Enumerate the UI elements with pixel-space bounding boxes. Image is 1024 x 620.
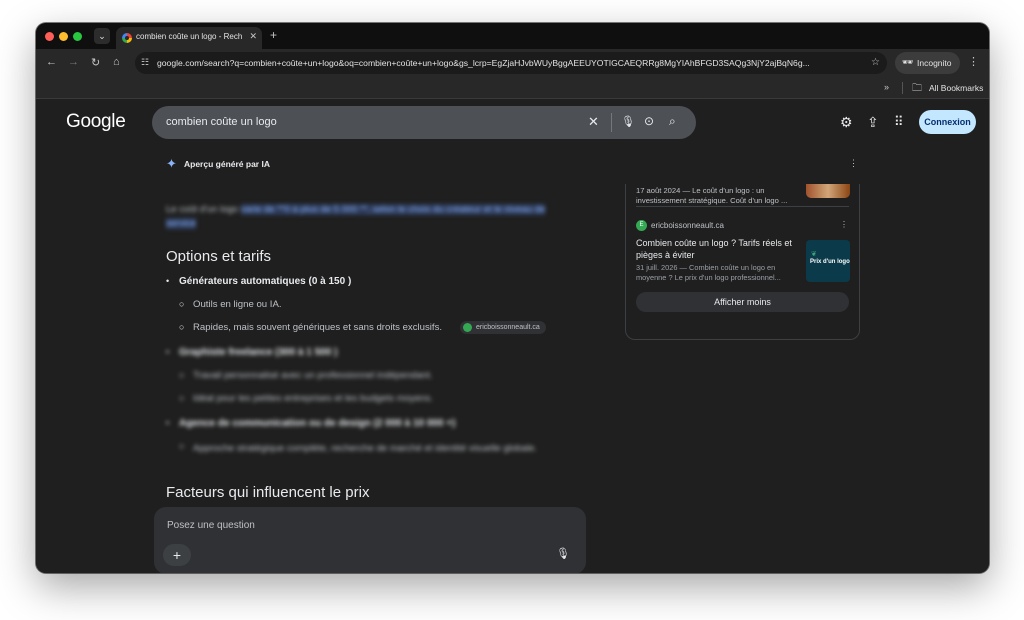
ai-intro-prefix: Le coût d'un logo (166, 204, 241, 215)
previous-result-snippet[interactable]: 17 août 2024 — Le coût d'un logo : un in… (636, 186, 796, 206)
home-icon[interactable]: ⌂ (113, 56, 120, 68)
ai-intro-text: Le coût d'un logo varie de **0 à plus de… (166, 203, 552, 231)
option-detail: Idéal pour les petites entreprises et le… (193, 393, 433, 404)
lens-icon[interactable]: ⊙ (644, 114, 654, 128)
all-bookmarks-link[interactable]: All Bookmarks (929, 83, 983, 93)
result-title-link[interactable]: Combien coûte un logo ? Tarifs réels et … (636, 237, 796, 261)
maximize-window-button[interactable] (73, 32, 82, 41)
card-divider (636, 206, 849, 207)
forward-icon[interactable]: → (68, 56, 79, 68)
search-icon[interactable]: ⌕ (669, 114, 676, 129)
option-detail: Travail personnalisé avec un professionn… (193, 370, 433, 381)
microphone-icon[interactable]: 🎙 (621, 115, 635, 128)
result-snippet: 31 juill. 2026 — Combien coûte un logo e… (636, 263, 781, 282)
google-logo[interactable]: Google (66, 111, 126, 133)
option-detail: Approche stratégique complète, recherche… (193, 443, 537, 454)
clear-icon[interactable]: ✕ (588, 114, 599, 130)
tab-strip: ⌄ combien coûte un logo - Rech ✕ + (36, 23, 989, 49)
apps-grid-icon[interactable]: ⠿ (894, 114, 904, 130)
google-favicon-icon (122, 33, 132, 43)
site-info-icon[interactable]: ☷ (141, 57, 149, 68)
browser-toolbar: ← → ↻ ⌂ ☷ google.com/search?q=combien+co… (36, 49, 989, 77)
bookmarks-bar: » 🗀 All Bookmarks (36, 77, 989, 99)
microphone-icon[interactable]: 🎙 (556, 547, 570, 560)
section-heading: Options et tarifs (166, 248, 272, 265)
ai-overview-title: Aperçu généré par IA (184, 159, 270, 169)
source-chip[interactable]: ericboissonneault.ca (460, 321, 546, 334)
close-tab-icon[interactable]: ✕ (249, 31, 257, 42)
sub-bullet-dot: ○ (179, 393, 185, 403)
tab-search-icon[interactable]: ⌄ (94, 28, 110, 44)
browser-menu-icon[interactable]: ⋮ (968, 55, 979, 68)
bookmark-star-icon[interactable]: ☆ (871, 57, 880, 68)
option-title: Graphiste freelance (300 à 1 500 ) (179, 347, 338, 358)
url-text[interactable]: google.com/search?q=combien+coûte+un+log… (157, 58, 857, 68)
sub-bullet-dot: ○ (179, 370, 185, 380)
option-title: Agence de communication ou de design (2 … (179, 418, 456, 429)
tab-title: combien coûte un logo - Rech (136, 32, 243, 41)
search-results-page: Google combien coûte un logo ✕ 🎙 ⊙ ⌕ ⚙ ⇪… (36, 100, 989, 573)
minimize-window-button[interactable] (59, 32, 68, 41)
bullet-dot: • (166, 347, 170, 357)
sub-bullet-dot: ○ (179, 322, 185, 332)
sub-bullet-dot: ○ (179, 441, 185, 451)
site-favicon-icon: E (636, 220, 647, 231)
ask-input[interactable]: Posez une question (167, 520, 255, 531)
incognito-label: Incognito (917, 58, 952, 68)
previous-result-thumbnail[interactable] (806, 184, 850, 198)
reload-icon[interactable]: ↻ (91, 56, 100, 69)
back-icon[interactable]: ← (46, 56, 57, 68)
address-bar[interactable]: ☷ google.com/search?q=combien+coûte+un+l… (135, 52, 887, 74)
result-thumbnail[interactable]: ❦ Prix d'un logo (806, 240, 850, 282)
leaf-logo-icon: ❦ (811, 251, 817, 258)
search-box[interactable]: combien coûte un logo ✕ 🎙 ⊙ ⌕ (152, 106, 696, 139)
add-attachment-icon[interactable]: + (163, 544, 191, 566)
ask-question-box[interactable]: Posez une question + 🎙 (154, 507, 586, 573)
section-heading-factors: Facteurs qui influencent le prix (166, 484, 370, 501)
bookmarks-divider (902, 82, 903, 94)
incognito-badge[interactable]: 🕶 Incognito (895, 52, 960, 74)
gemini-sparkle-icon: ✦ (166, 156, 177, 171)
close-window-button[interactable] (45, 32, 54, 41)
share-icon[interactable]: ⇪ (867, 114, 879, 131)
option-title: Générateurs automatiques (0 à 150 ) (179, 276, 352, 287)
bullet-dot: • (166, 276, 170, 286)
browser-window: ⌄ combien coûte un logo - Rech ✕ + ← → ↻… (36, 23, 989, 573)
option-detail: Rapides, mais souvent génériques et sans… (193, 322, 443, 333)
signin-button[interactable]: Connexion (919, 110, 976, 134)
ai-overview-menu-icon[interactable]: ⋮ (849, 158, 858, 169)
bullet-dot: • (166, 418, 170, 428)
search-input[interactable]: combien coûte un logo (166, 116, 277, 128)
show-less-button[interactable]: Afficher moins (636, 292, 849, 312)
incognito-icon: 🕶 (902, 57, 914, 67)
source-card: 17 août 2024 — Le coût d'un logo : un in… (625, 184, 860, 340)
active-tab[interactable]: combien coûte un logo - Rech ✕ (116, 27, 262, 49)
thumbnail-caption: Prix d'un logo (810, 259, 850, 265)
option-detail: Outils en ligne ou IA. (193, 299, 282, 310)
site-name[interactable]: ericboissonneault.ca (651, 221, 724, 230)
more-bookmarks-icon[interactable]: » (884, 82, 889, 92)
folder-icon: 🗀 (912, 83, 922, 94)
settings-gear-icon[interactable]: ⚙ (840, 114, 853, 131)
new-tab-icon[interactable]: + (270, 28, 277, 42)
search-divider (611, 113, 612, 132)
sub-bullet-dot: ○ (179, 299, 185, 309)
result-menu-icon[interactable]: ⋮ (840, 220, 848, 229)
